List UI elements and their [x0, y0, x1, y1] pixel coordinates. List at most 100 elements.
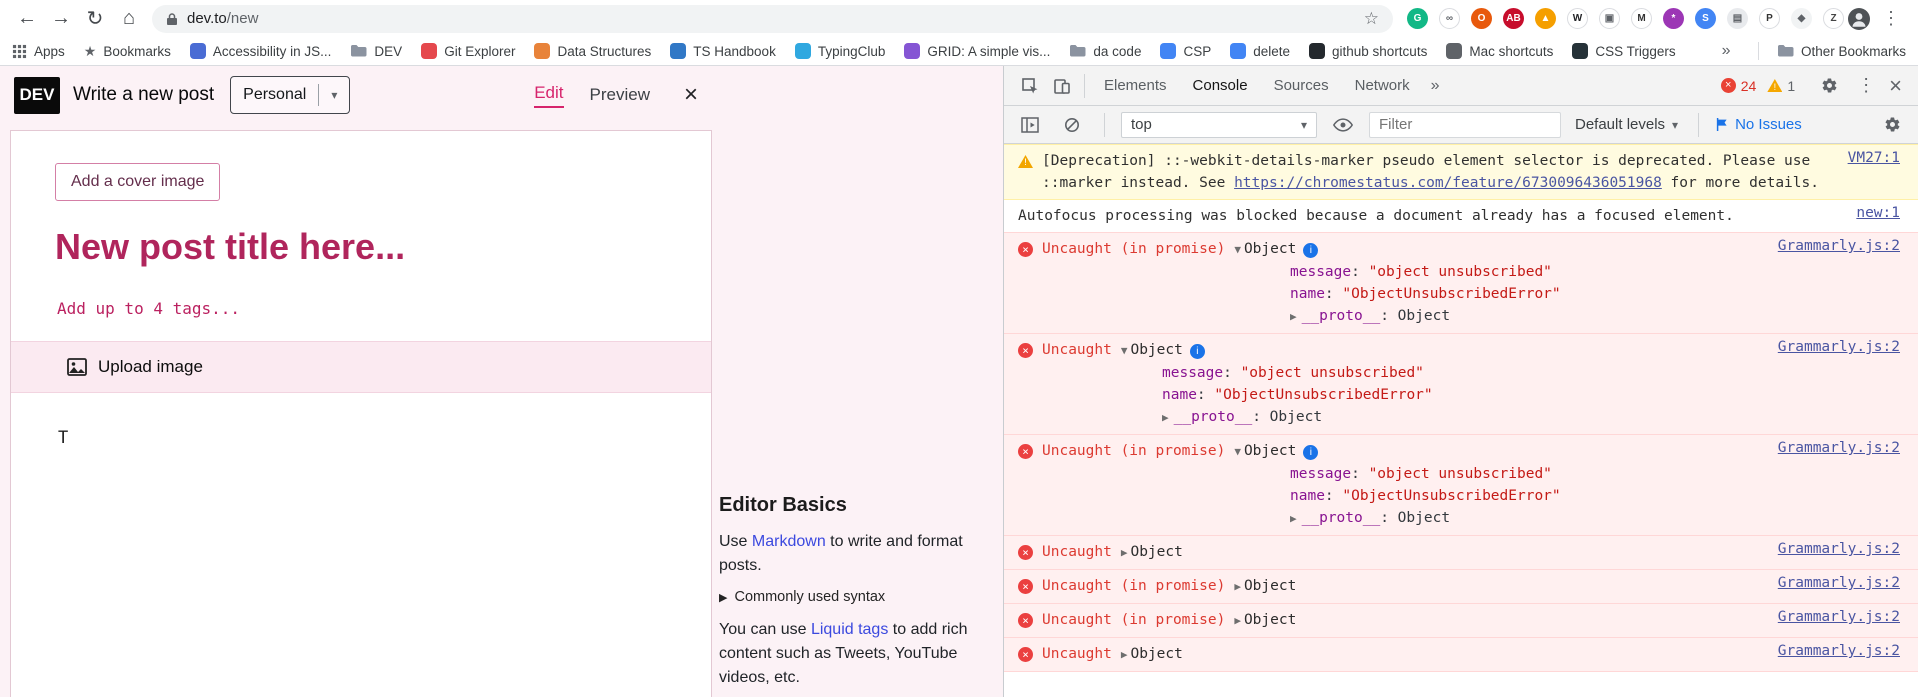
collapse-triangle-icon[interactable]: ▼ — [1234, 445, 1241, 458]
object-preview[interactable]: Object — [1130, 544, 1182, 560]
add-cover-image-button[interactable]: Add a cover image — [55, 163, 221, 201]
bookmark-item[interactable]: da code — [1069, 44, 1141, 59]
close-devtools-icon[interactable]: × — [1883, 73, 1908, 99]
bookmark-item[interactable]: Accessibility in JS... — [189, 43, 331, 59]
source-link[interactable]: Grammarly.js:2 — [1778, 609, 1900, 625]
close-editor-icon[interactable]: × — [684, 81, 698, 109]
console-settings-icon[interactable] — [1876, 110, 1908, 140]
home-button[interactable]: ⌂ — [112, 2, 146, 36]
favicon — [421, 43, 438, 59]
bookmarks-overflow-chevron[interactable]: » — [1714, 42, 1739, 60]
source-link[interactable]: Grammarly.js:2 — [1778, 643, 1900, 659]
extension-icon[interactable]: ∞ — [1439, 8, 1460, 29]
profile-avatar[interactable] — [1848, 7, 1870, 30]
tab-preview[interactable]: Preview — [590, 85, 650, 105]
expand-triangle-icon[interactable]: ▶ — [1162, 411, 1169, 424]
object-preview[interactable]: Object — [1130, 342, 1182, 358]
object-preview[interactable]: Object — [1244, 612, 1296, 628]
source-link[interactable]: Grammarly.js:2 — [1778, 541, 1900, 557]
address-bar[interactable]: dev.to/new ☆ — [152, 4, 1393, 33]
extension-icon[interactable]: ◆ — [1791, 8, 1812, 29]
issues-button[interactable]: No Issues — [1715, 116, 1802, 133]
issues-count-badge[interactable]: × 24 ! 1 — [1720, 78, 1795, 94]
execution-context-selector[interactable]: top ▾ — [1121, 111, 1317, 138]
bookmarks-shortcut[interactable]: ★ Bookmarks — [84, 43, 171, 60]
bookmark-item[interactable]: DEV — [350, 44, 402, 59]
bookmark-item[interactable]: TypingClub — [794, 43, 885, 59]
bookmark-item[interactable]: github shortcuts — [1309, 43, 1427, 59]
extension-icon[interactable]: O — [1471, 8, 1492, 29]
console-sidebar-icon[interactable] — [1014, 110, 1046, 140]
extension-icon[interactable]: ▲ — [1535, 8, 1556, 29]
back-button[interactable]: ← — [10, 2, 44, 36]
collapse-triangle-icon[interactable]: ▼ — [1234, 243, 1241, 256]
upload-image-button[interactable]: Upload image — [11, 341, 711, 393]
source-link[interactable]: new:1 — [1856, 205, 1900, 221]
browser-menu-button[interactable]: ⋮ — [1874, 8, 1908, 29]
tab-edit[interactable]: Edit — [534, 83, 564, 108]
dev-logo[interactable]: DEV — [14, 76, 60, 114]
collapse-triangle-icon[interactable]: ▼ — [1121, 344, 1128, 357]
other-bookmarks-button[interactable]: Other Bookmarks — [1777, 44, 1906, 59]
reload-button[interactable]: ↻ — [78, 2, 112, 36]
object-preview[interactable]: Object — [1244, 241, 1296, 257]
extension-icon[interactable]: * — [1663, 8, 1684, 29]
device-toolbar-icon[interactable] — [1046, 71, 1078, 101]
bookmark-item[interactable]: CSP — [1160, 43, 1211, 59]
post-title-input[interactable]: New post title here... — [55, 226, 667, 268]
bookmark-item[interactable]: Git Explorer — [421, 43, 515, 59]
post-tags-input[interactable]: Add up to 4 tags... — [57, 299, 711, 318]
devtools-tab-elements[interactable]: Elements — [1091, 66, 1180, 106]
live-expression-eye-icon[interactable] — [1327, 110, 1359, 140]
expand-triangle-icon[interactable]: ▶ — [1234, 614, 1241, 627]
post-type-dropdown[interactable]: Personal ▾ — [230, 76, 351, 114]
bookmark-star-icon[interactable]: ☆ — [1364, 9, 1379, 29]
inspect-element-icon[interactable] — [1014, 71, 1046, 101]
commonly-used-syntax-toggle[interactable]: ▶ Commonly used syntax — [719, 589, 983, 605]
expand-triangle-icon[interactable]: ▶ — [1121, 546, 1128, 559]
source-link[interactable]: Grammarly.js:2 — [1778, 238, 1900, 254]
chromestatus-link[interactable]: https://chromestatus.com/feature/6730096… — [1234, 175, 1662, 191]
liquid-tags-link[interactable]: Liquid tags — [811, 621, 888, 638]
devtools-tab-network[interactable]: Network — [1342, 66, 1423, 106]
extension-icon[interactable]: S — [1695, 8, 1716, 29]
clear-console-icon[interactable] — [1056, 110, 1088, 140]
bookmark-item[interactable]: Mac shortcuts — [1446, 43, 1553, 59]
apps-shortcut[interactable]: Apps — [12, 44, 65, 59]
extension-icon[interactable]: M — [1631, 8, 1652, 29]
bookmark-item[interactable]: GRID: A simple vis... — [904, 43, 1050, 59]
extension-icon[interactable]: P — [1759, 8, 1780, 29]
more-tabs-chevron[interactable]: » — [1423, 77, 1448, 95]
source-link[interactable]: Grammarly.js:2 — [1778, 339, 1900, 355]
source-link[interactable]: Grammarly.js:2 — [1778, 575, 1900, 591]
error-body: Uncaught ▶ Object — [1042, 643, 1764, 666]
forward-button[interactable]: → — [44, 2, 78, 36]
extension-icon[interactable]: W — [1567, 8, 1588, 29]
devtools-menu-icon[interactable]: ⋮ — [1849, 75, 1883, 96]
log-levels-dropdown[interactable]: Default levels ▾ — [1571, 116, 1682, 133]
extension-icon[interactable]: ▤ — [1727, 8, 1748, 29]
console-filter-input[interactable] — [1369, 111, 1561, 138]
bookmark-item[interactable]: CSS Triggers — [1572, 43, 1676, 59]
markdown-link[interactable]: Markdown — [752, 533, 826, 550]
extension-icon[interactable]: ▣ — [1599, 8, 1620, 29]
bookmark-item[interactable]: delete — [1230, 43, 1290, 59]
object-preview[interactable]: Object — [1244, 443, 1296, 459]
bookmark-item[interactable]: Data Structures — [534, 43, 651, 59]
object-preview[interactable]: Object — [1244, 578, 1296, 594]
expand-triangle-icon[interactable]: ▶ — [1121, 648, 1128, 661]
devtools-tab-console[interactable]: Console — [1180, 66, 1261, 106]
extension-icon[interactable]: Z — [1823, 8, 1844, 29]
devtools-settings-icon[interactable] — [1813, 71, 1845, 101]
expand-triangle-icon[interactable]: ▶ — [1290, 512, 1297, 525]
extension-icon[interactable]: G — [1407, 8, 1428, 29]
expand-triangle-icon[interactable]: ▶ — [1290, 310, 1297, 323]
post-body-editor[interactable]: T — [58, 428, 711, 448]
bookmark-item[interactable]: TS Handbook — [670, 43, 776, 59]
source-link[interactable]: Grammarly.js:2 — [1778, 440, 1900, 456]
source-link[interactable]: VM27:1 — [1848, 150, 1900, 166]
extension-icon[interactable]: AB — [1503, 8, 1524, 29]
devtools-tab-sources[interactable]: Sources — [1261, 66, 1342, 106]
object-preview[interactable]: Object — [1130, 646, 1182, 662]
expand-triangle-icon[interactable]: ▶ — [1234, 580, 1241, 593]
